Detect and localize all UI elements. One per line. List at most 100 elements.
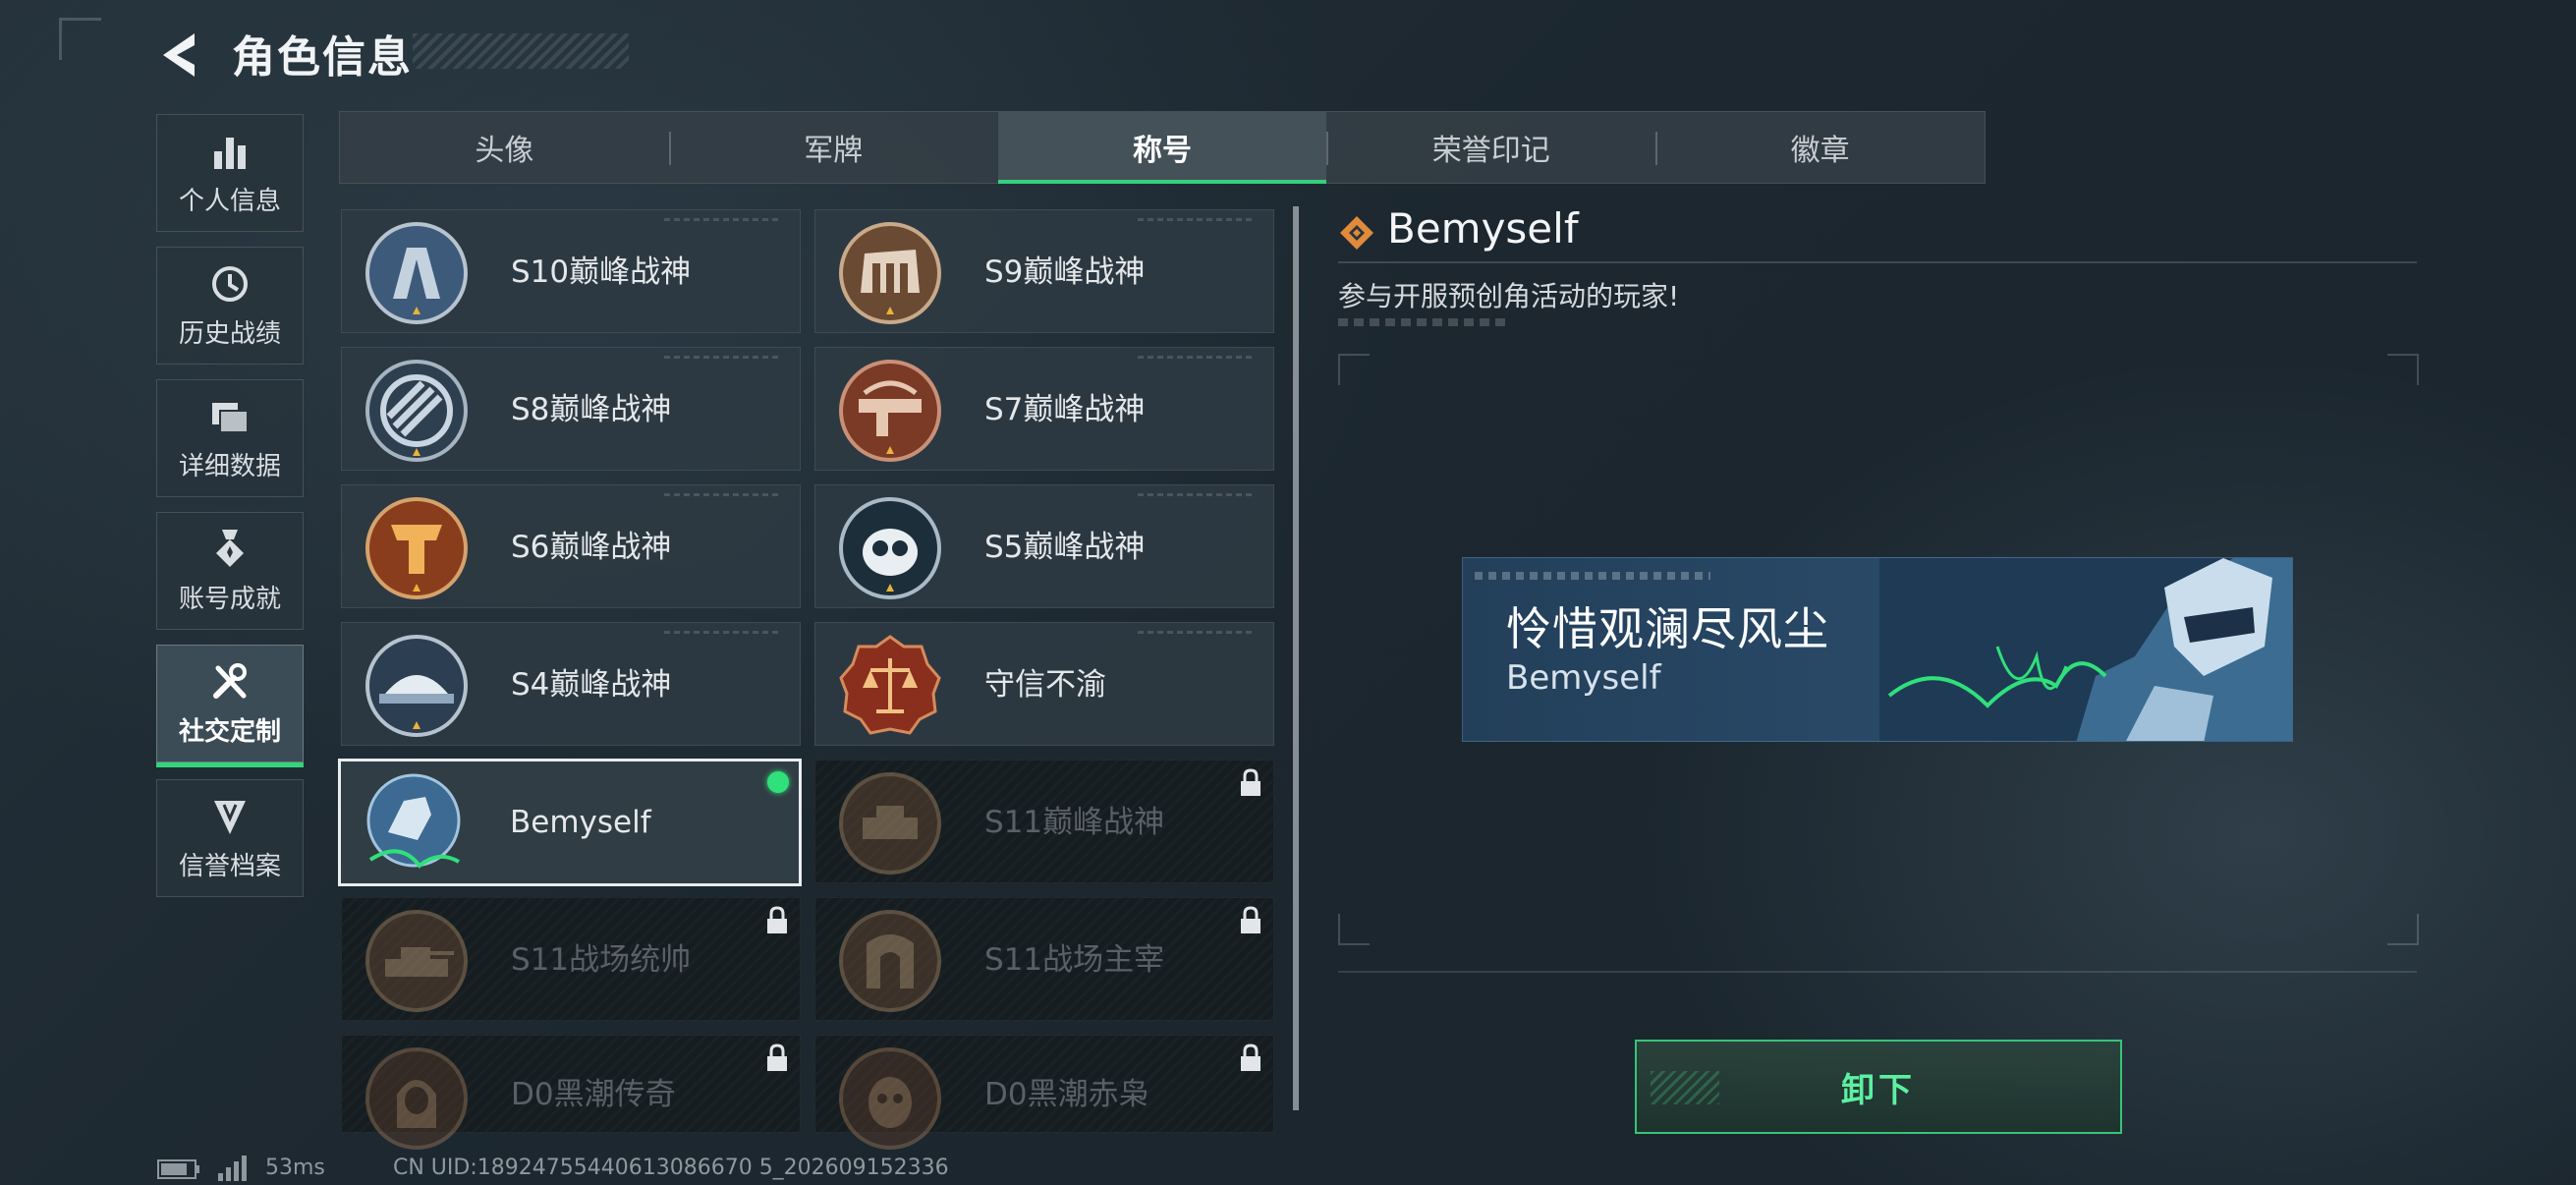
preview-corner-decoration bbox=[1338, 914, 1370, 945]
sidebar-item-label: 社交定制 bbox=[178, 716, 281, 747]
d0-legend-badge-icon bbox=[365, 1047, 468, 1150]
detail-title-name: Bemyself bbox=[1387, 204, 1579, 253]
scrollbar-thumb[interactable] bbox=[1293, 206, 1299, 1110]
banner-subtitle: Bemyself bbox=[1506, 658, 1661, 698]
folder-icon bbox=[212, 402, 249, 433]
card-decoration bbox=[1138, 218, 1256, 221]
bemyself-badge-icon bbox=[366, 773, 461, 869]
page-title: 角色信息 bbox=[232, 32, 413, 83]
card-decoration bbox=[1138, 356, 1256, 359]
preview-corner-decoration bbox=[2387, 354, 2419, 385]
banner-decoration bbox=[1475, 572, 1710, 580]
lock-icon bbox=[1241, 1044, 1260, 1071]
sidebar-item-label: 详细数据 bbox=[178, 451, 281, 481]
s6-peak-badge-icon bbox=[365, 497, 468, 599]
user-uid: CN UID:18924755440613086670 5_2026091523… bbox=[393, 1156, 949, 1180]
sidebar-item-history[interactable]: 历史战绩 bbox=[156, 247, 304, 365]
medal-icon bbox=[216, 529, 244, 567]
d0-owl-badge-icon bbox=[839, 1047, 941, 1150]
sidebar-item-achievements[interactable]: 账号成就 bbox=[156, 512, 304, 630]
sidebar-item-label: 个人信息 bbox=[178, 186, 281, 216]
equipped-indicator bbox=[767, 771, 789, 793]
card-decoration bbox=[664, 493, 782, 496]
title-card-locked[interactable]: D0黑潮传奇 bbox=[341, 1035, 801, 1150]
title-label: S4巅峰战神 bbox=[511, 667, 672, 703]
unequip-button[interactable]: 卸下 bbox=[1635, 1040, 2122, 1134]
card-decoration bbox=[664, 631, 782, 634]
title-label: D0黑潮传奇 bbox=[511, 1077, 676, 1112]
sidebar-item-label: 信誉档案 bbox=[178, 851, 281, 881]
sidebar-item-label: 账号成就 bbox=[178, 584, 281, 614]
title-card-locked[interactable]: D0黑潮赤枭 bbox=[814, 1035, 1274, 1150]
card-decoration bbox=[1138, 631, 1256, 634]
card-decoration bbox=[664, 356, 782, 359]
signal-icon bbox=[218, 1156, 247, 1181]
title-label: S11巅峰战神 bbox=[984, 805, 1165, 840]
title-label: Bemyself bbox=[510, 805, 651, 840]
ping-readout: 53ms bbox=[265, 1156, 325, 1180]
title-card[interactable]: S8巅峰战神 bbox=[341, 347, 801, 471]
title-label: D0黑潮赤枭 bbox=[984, 1077, 1149, 1112]
title-card-locked[interactable]: S11巅峰战神 bbox=[814, 760, 1274, 883]
s7-peak-badge-icon bbox=[839, 360, 941, 462]
title-card[interactable]: S9巅峰战神 bbox=[814, 209, 1274, 333]
lock-icon bbox=[767, 906, 787, 933]
title-card-locked[interactable]: S11战场主宰 bbox=[814, 897, 1274, 1021]
bar-chart-icon bbox=[214, 137, 246, 169]
title-card[interactable]: S6巅峰战神 bbox=[341, 484, 801, 608]
shield-icon bbox=[214, 800, 246, 834]
title-card-locked[interactable]: S11战场统帅 bbox=[341, 897, 801, 1021]
title-card[interactable]: S5巅峰战神 bbox=[814, 484, 1274, 608]
title-label: S11战场统帅 bbox=[511, 942, 692, 978]
lock-icon bbox=[767, 1044, 787, 1071]
title-label: 守信不渝 bbox=[984, 667, 1106, 703]
battery-icon bbox=[157, 1159, 199, 1179]
s5-peak-badge-icon bbox=[839, 497, 941, 599]
s8-peak-badge-icon bbox=[365, 360, 468, 462]
divider bbox=[1338, 261, 2417, 263]
s9-peak-badge-icon bbox=[839, 222, 941, 324]
frame-corner-decoration bbox=[59, 18, 101, 60]
lock-icon bbox=[1241, 906, 1260, 933]
tab-badge[interactable]: 徽章 bbox=[1655, 112, 1985, 183]
title-label: S5巅峰战神 bbox=[984, 530, 1146, 565]
title-label: S7巅峰战神 bbox=[984, 392, 1146, 427]
title-label: S8巅峰战神 bbox=[511, 392, 672, 427]
tab-title[interactable]: 称号 bbox=[997, 112, 1327, 184]
title-card-selected[interactable]: Bemyself bbox=[338, 759, 802, 886]
back-arrow-icon[interactable] bbox=[155, 29, 204, 81]
title-card[interactable]: S4巅峰战神 bbox=[341, 622, 801, 746]
s11-commander-badge-icon bbox=[365, 910, 468, 1012]
sidebar-item-detailed-data[interactable]: 详细数据 bbox=[156, 379, 304, 497]
tab-honor-mark[interactable]: 荣誉印记 bbox=[1326, 112, 1655, 183]
s11-dominator-badge-icon bbox=[839, 910, 941, 1012]
soldier-illustration-icon bbox=[1879, 558, 2292, 741]
s10-peak-badge-icon bbox=[365, 222, 468, 324]
tab-dogtag[interactable]: 军牌 bbox=[668, 112, 998, 183]
card-decoration bbox=[1138, 493, 1256, 496]
title-diamond-icon bbox=[1340, 216, 1373, 250]
tab-avatar[interactable]: 头像 bbox=[340, 112, 669, 183]
title-label: S10巅峰战神 bbox=[511, 254, 692, 290]
title-label: S11战场主宰 bbox=[984, 942, 1165, 978]
preview-corner-decoration bbox=[1338, 354, 1370, 385]
sidebar-item-label: 历史战绩 bbox=[178, 318, 281, 349]
sidebar-item-personal-info[interactable]: 个人信息 bbox=[156, 114, 304, 232]
title-label: S9巅峰战神 bbox=[984, 254, 1146, 290]
title-card[interactable]: S7巅峰战神 bbox=[814, 347, 1274, 471]
detail-description: 参与开服预创角活动的玩家! bbox=[1338, 280, 1680, 312]
s4-peak-badge-icon bbox=[365, 635, 468, 737]
divider bbox=[1338, 971, 2417, 973]
preview-corner-decoration bbox=[2387, 914, 2419, 945]
scales-badge-icon bbox=[839, 635, 941, 735]
title-card[interactable]: 守信不渝 bbox=[814, 622, 1274, 746]
sidebar-item-social-custom[interactable]: 社交定制 bbox=[156, 645, 304, 767]
title-label: S6巅峰战神 bbox=[511, 530, 672, 565]
title-banner-preview: 怜惜观澜尽风尘 Bemyself bbox=[1462, 557, 2293, 742]
tab-bar: 头像 军牌 称号 荣誉印记 徽章 bbox=[339, 111, 1986, 184]
sidebar-item-credit-record[interactable]: 信誉档案 bbox=[156, 779, 304, 897]
banner-title: 怜惜观澜尽风尘 bbox=[1506, 602, 1829, 655]
title-card[interactable]: S10巅峰战神 bbox=[341, 209, 801, 333]
lock-icon bbox=[1241, 768, 1260, 796]
tools-icon bbox=[213, 662, 247, 699]
